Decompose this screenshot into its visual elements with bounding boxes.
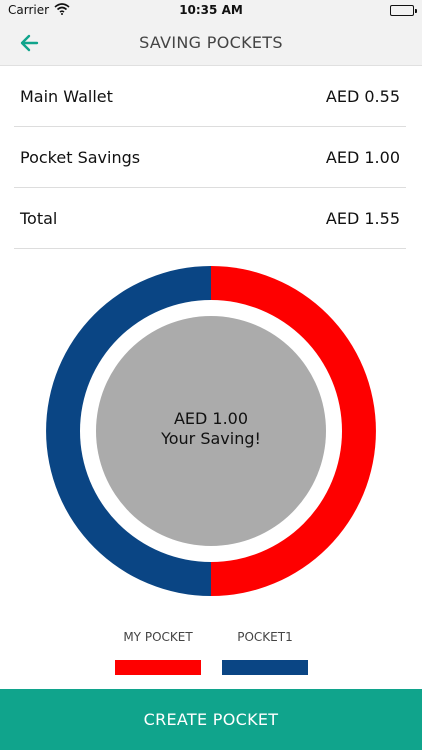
legend-label: POCKET1 <box>237 630 293 644</box>
legend-swatch <box>222 660 308 675</box>
nav-bar: SAVING POCKETS <box>0 20 422 66</box>
summary-row-main-wallet: Main Wallet AED 0.55 <box>14 66 406 127</box>
summary-value: AED 1.55 <box>325 208 400 228</box>
summary-value: AED 0.55 <box>325 86 400 106</box>
center-amount: AED 1.00 <box>173 409 249 428</box>
create-pocket-button[interactable]: CREATE POCKET <box>0 689 422 750</box>
summary-label: Main Wallet <box>20 86 113 106</box>
clock-time: 10:35 AM <box>179 3 243 17</box>
battery-tip <box>415 9 417 13</box>
summary-value: AED 1.00 <box>325 147 400 167</box>
balance-summary: Main Wallet AED 0.55 Pocket Savings AED … <box>14 66 406 249</box>
legend-swatch <box>115 660 201 675</box>
legend-item-my-pocket[interactable]: MY POCKET <box>115 630 201 675</box>
center-caption: Your Saving! <box>161 429 261 448</box>
page-title: SAVING POCKETS <box>139 33 283 52</box>
summary-label: Total <box>20 208 58 228</box>
chart-center-text: AED 1.00 Your Saving! <box>46 409 376 449</box>
chart-legend: MY POCKET POCKET1 <box>0 630 422 680</box>
summary-label: Pocket Savings <box>20 147 141 167</box>
summary-row-total: Total AED 1.55 <box>14 188 406 249</box>
summary-row-pocket-savings: Pocket Savings AED 1.00 <box>14 127 406 188</box>
status-bar: Carrier 10:35 AM <box>0 0 422 20</box>
legend-label: MY POCKET <box>123 630 193 644</box>
legend-item-pocket1[interactable]: POCKET1 <box>222 630 308 675</box>
savings-donut-chart: AED 1.00 Your Saving! <box>46 266 376 596</box>
battery-icon <box>390 5 417 16</box>
